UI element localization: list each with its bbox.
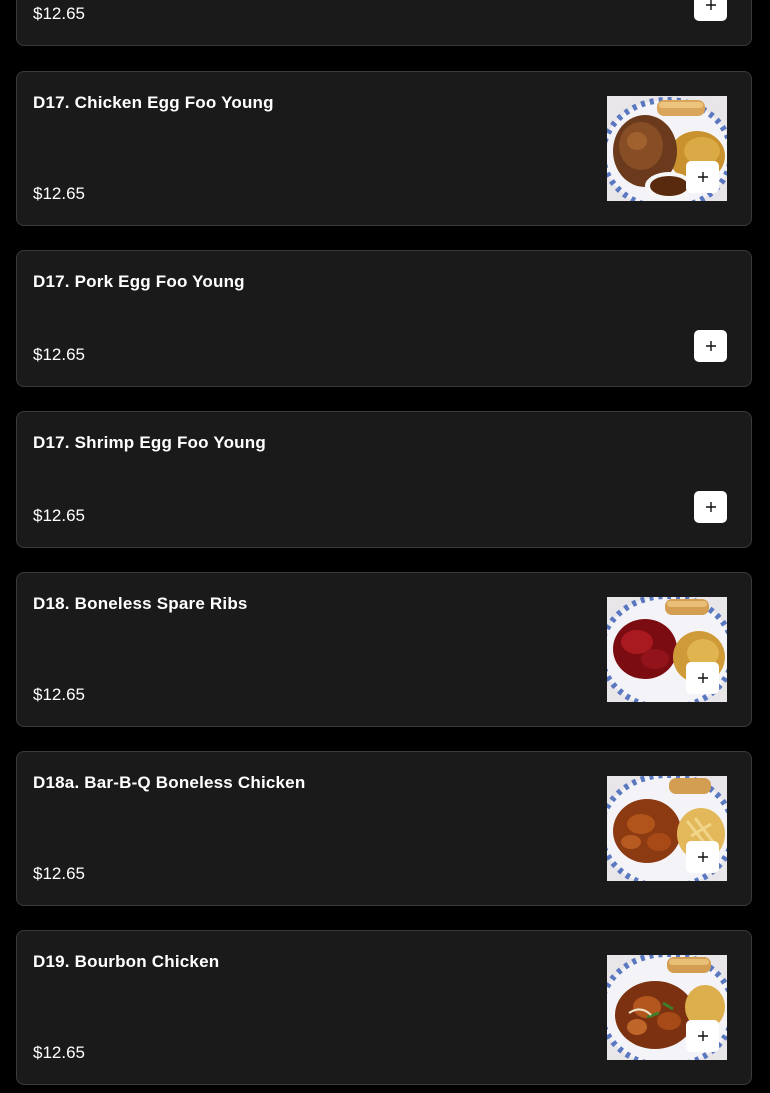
plus-icon xyxy=(697,1031,708,1041)
item-price: $12.65 xyxy=(33,345,85,364)
plus-icon xyxy=(697,172,708,182)
menu-item-card[interactable]: D18a. Bar-B-Q Boneless Chicken $12.65 xyxy=(16,751,752,906)
item-name: D18. Boneless Spare Ribs xyxy=(33,594,248,613)
menu-item-card[interactable]: D19. Bourbon Chicken $12.65 xyxy=(16,930,752,1085)
menu-item-card[interactable]: $12.65 xyxy=(16,0,752,46)
add-to-cart-button[interactable] xyxy=(694,491,727,523)
plus-icon xyxy=(705,341,716,351)
item-price: $12.65 xyxy=(33,4,85,23)
item-price: $12.65 xyxy=(33,1043,85,1062)
item-name: D17. Chicken Egg Foo Young xyxy=(33,93,274,112)
plus-icon xyxy=(697,673,708,683)
add-to-cart-button[interactable] xyxy=(686,662,719,694)
add-to-cart-button[interactable] xyxy=(686,161,719,193)
item-price: $12.65 xyxy=(33,184,85,203)
add-to-cart-button[interactable] xyxy=(694,330,727,362)
add-to-cart-button[interactable] xyxy=(686,841,719,873)
menu-item-card[interactable]: D17. Shrimp Egg Foo Young $12.65 xyxy=(16,411,752,548)
item-name: D18a. Bar-B-Q Boneless Chicken xyxy=(33,773,306,792)
menu-item-card[interactable]: D17. Pork Egg Foo Young $12.65 xyxy=(16,250,752,387)
plus-icon xyxy=(697,852,708,862)
menu-item-card[interactable]: D18. Boneless Spare Ribs $12.65 xyxy=(16,572,752,727)
item-price: $12.65 xyxy=(33,685,85,704)
item-name: D17. Shrimp Egg Foo Young xyxy=(33,433,266,452)
add-to-cart-button[interactable] xyxy=(694,0,727,21)
menu-item-card[interactable]: D17. Chicken Egg Foo Young $12.65 xyxy=(16,71,752,226)
add-to-cart-button[interactable] xyxy=(686,1020,719,1052)
item-name: D17. Pork Egg Foo Young xyxy=(33,272,245,291)
item-name: D19. Bourbon Chicken xyxy=(33,952,220,971)
plus-icon xyxy=(705,0,716,10)
item-price: $12.65 xyxy=(33,506,85,525)
item-price: $12.65 xyxy=(33,864,85,883)
plus-icon xyxy=(705,502,716,512)
